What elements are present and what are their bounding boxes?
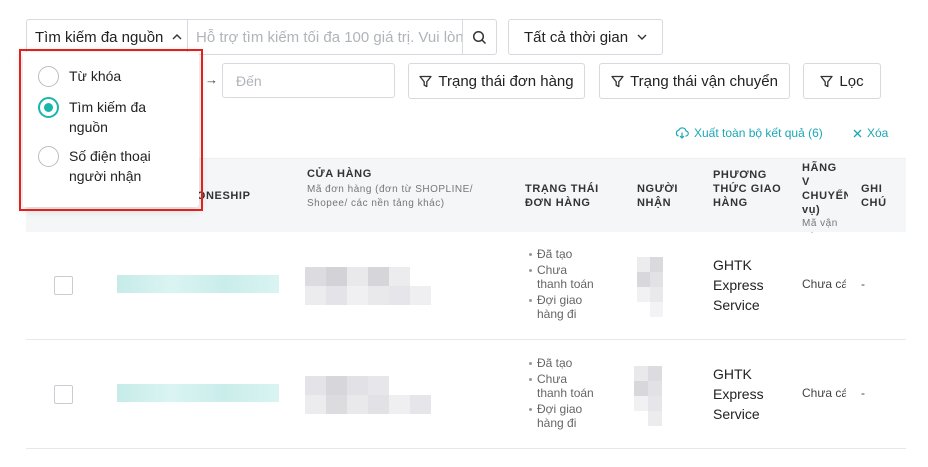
export-all-label: Xuất toàn bộ kết quả (6) — [694, 126, 823, 140]
close-icon — [853, 129, 862, 137]
filter-icon — [820, 75, 834, 87]
search-source-label: Tìm kiếm đa nguồn — [35, 28, 164, 46]
order-status-filter-button[interactable]: Trạng thái đơn hàng — [408, 63, 585, 99]
note: - — [861, 386, 865, 400]
column-header-store-subtitle: Mã đơn hàng (đơn từ SHOPLINE/ Shopee/ cá… — [307, 184, 474, 209]
search-input[interactable]: Hỗ trợ tìm kiếm tối đa 100 giá trị. Vui … — [187, 19, 463, 55]
filter-icon — [419, 75, 433, 87]
column-header-carrier-title: HÃNG V CHUYỂN vụ) — [802, 162, 848, 216]
column-header-store-title: CỬA HÀNG — [307, 168, 372, 180]
order-status-item: Đã tạo — [528, 247, 600, 261]
shipping-status-filter-label: Trạng thái vận chuyển — [630, 72, 778, 90]
store-order-blurred — [305, 376, 431, 414]
table-row — [26, 449, 906, 467]
order-status-item: Đợi giao hàng đi — [528, 293, 600, 321]
column-header-order-status: TRẠNG THÁI ĐƠN HÀNG — [525, 183, 599, 209]
chevron-down-icon — [637, 34, 647, 40]
filter-button[interactable]: Lọc — [803, 63, 881, 99]
recipient-blurred — [634, 366, 662, 426]
table-row[interactable]: Đã tạo Chưa thanh toán Đợi giao hàng đi … — [26, 340, 906, 449]
annotation-highlight-box — [19, 49, 203, 211]
filter-icon — [611, 75, 624, 87]
arrow-right-icon: → — [205, 72, 218, 87]
table-row[interactable]: Đã tạo Chưa thanh toán Đợi giao hàng đi … — [26, 231, 906, 340]
filter-label: Lọc — [839, 72, 864, 90]
clear-label: Xóa — [867, 126, 889, 140]
order-status-filter-label: Trạng thái đơn hàng — [438, 72, 574, 90]
delivery-method: GHTK Express Service — [713, 366, 764, 422]
order-status-item: Đợi giao hàng đi — [528, 402, 600, 430]
column-header-store: CỬA HÀNG Mã đơn hàng (đơn từ SHOPLINE/ S… — [307, 167, 487, 211]
order-status-item: Chưa thanh toán — [528, 372, 600, 400]
search-icon — [472, 30, 487, 44]
cloud-download-icon — [675, 127, 689, 139]
store-order-blurred — [305, 267, 431, 305]
time-filter-label: Tất cả thời gian — [524, 28, 629, 46]
row-checkbox[interactable] — [54, 276, 73, 295]
export-all-link[interactable]: Xuất toàn bộ kết quả (6) — [675, 126, 823, 140]
recipient-blurred — [637, 257, 663, 317]
note: - — [861, 277, 865, 291]
shipping-status-filter-button[interactable]: Trạng thái vận chuyển — [599, 63, 790, 99]
oneship-tracking-blurred — [117, 384, 279, 402]
date-to-placeholder: Đến — [236, 72, 262, 89]
clear-link[interactable]: Xóa — [853, 126, 888, 140]
column-header-method: PHƯƠNG THỨC GIAO HÀNG — [713, 169, 782, 209]
order-status-item: Chưa thanh toán — [528, 263, 600, 291]
order-status-list: Đã tạo Chưa thanh toán Đợi giao hàng đi — [528, 247, 600, 323]
search-placeholder: Hỗ trợ tìm kiếm tối đa 100 giá trị. Vui … — [196, 28, 463, 46]
chevron-up-icon — [172, 34, 182, 40]
carrier-status: Chưa cá — [802, 386, 846, 400]
date-to-input[interactable]: Đến — [222, 63, 395, 98]
row-checkbox[interactable] — [54, 385, 73, 404]
carrier-status: Chưa cá — [802, 277, 846, 291]
order-status-list: Đã tạo Chưa thanh toán Đợi giao hàng đi — [528, 356, 600, 432]
order-status-item: Đã tạo — [528, 356, 600, 370]
search-button[interactable] — [462, 19, 497, 55]
column-header-recipient: NGƯỜI NHẬN — [637, 183, 679, 209]
delivery-method: GHTK Express Service — [713, 257, 764, 313]
oneship-tracking-blurred — [117, 275, 279, 293]
time-filter-select[interactable]: Tất cả thời gian — [508, 19, 663, 55]
column-header-carrier: HÃNG V CHUYỂN vụ) Mã vận trên — [802, 161, 848, 233]
column-header-note: GHI CHÚ — [861, 183, 887, 209]
